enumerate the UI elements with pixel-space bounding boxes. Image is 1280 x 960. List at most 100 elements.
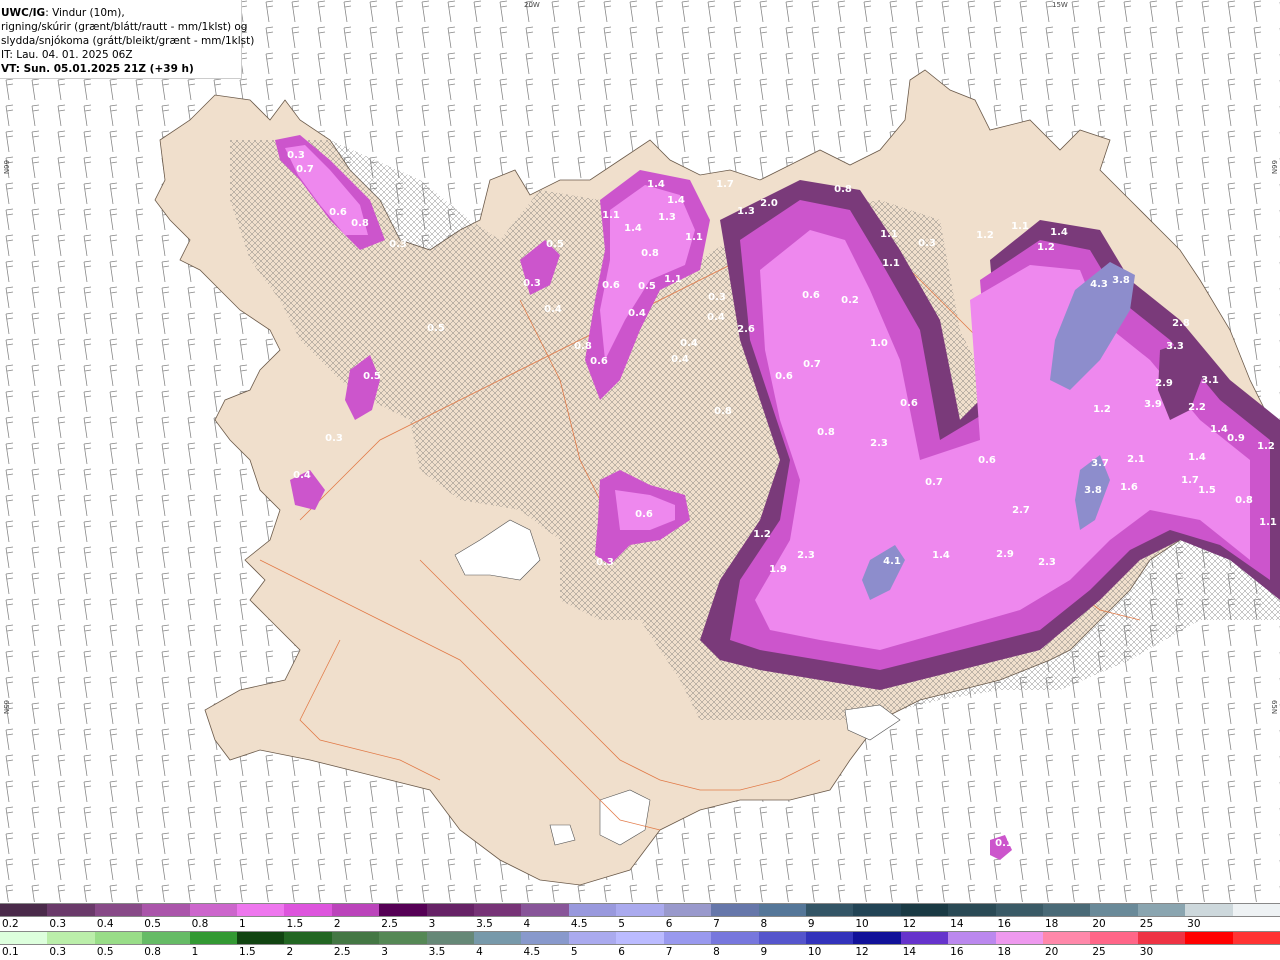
precip-value-label: 0.3 — [287, 150, 305, 161]
legend-snow-label: 16 — [997, 918, 1011, 930]
precip-value-label: 1.1 — [882, 258, 900, 269]
precip-value-label: 1.9 — [769, 564, 787, 575]
legend-snow-label: 30 — [1187, 918, 1201, 930]
legend-rain-labels: 0.1 0.3 0.5 0.8 1 1.5 2 2.5 3 3.5 4 4.5 5 6 7 8 9 10 12 14 1… — [0, 945, 1280, 959]
precip-value-label: 1.2 — [1037, 242, 1055, 253]
precip-value-label: 2.2 — [1188, 402, 1206, 413]
legend-rain-swatch — [853, 932, 901, 944]
header-line-2: rigning/skúrir (grænt/blátt/rautt - mm/1… — [1, 21, 248, 33]
legend-snow-swatch — [426, 904, 475, 916]
precip-value-label: 1.1 — [880, 229, 898, 240]
precip-value-label: 1.6 — [1120, 482, 1138, 493]
precip-value-label: 1.4 — [647, 179, 665, 190]
legend-rain-label: 2.5 — [333, 946, 351, 958]
legend-snow-label: 5 — [618, 918, 625, 930]
legend-rain-swatch — [47, 932, 95, 944]
precip-value-label: 0.4 — [293, 470, 311, 481]
lat-label-65n-left: 65N — [2, 700, 10, 715]
legend-snow-swatch — [948, 904, 996, 916]
precip-value-label: 1.5 — [1198, 485, 1216, 496]
legend-rain-swatch — [189, 932, 238, 944]
legend-rain-swatch — [948, 932, 996, 944]
legend-snow-label: 4.5 — [570, 918, 588, 930]
lat-label-66n-left: 66N — [2, 160, 10, 175]
legend-snow-swatch — [94, 904, 143, 916]
precip-value-label: 0.9 — [1227, 433, 1245, 444]
precip-value-label: 2.1 — [1127, 454, 1145, 465]
precip-value-label: 2.3 — [797, 550, 815, 561]
legend-snow-swatch — [616, 904, 664, 916]
legend-snow: 0.2 0.3 0.4 0.5 0.8 1 1.5 2 2.5 3 3.5 4 4.5 5 6 7 8 9 10 12… — [0, 903, 1280, 931]
precip-value-label: 0.3 — [389, 239, 407, 250]
model-source: UWC/IG — [1, 7, 46, 19]
legend-snow-label: 2.5 — [381, 918, 398, 930]
legend-snow-swatch — [474, 904, 522, 916]
legend-snow-label: 9 — [807, 918, 815, 930]
precip-value-label: 3.7 — [1091, 458, 1109, 469]
precip-value-label: 1.1 — [602, 210, 620, 221]
precip-value-label: 0.6 — [635, 509, 653, 520]
legend-snow-label: 0.5 — [144, 918, 161, 930]
precip-value-label: 0.5 — [427, 323, 445, 334]
legend-snow-swatch — [189, 904, 238, 916]
legend-rain-swatch — [900, 932, 949, 944]
legend-snow-swatch — [568, 904, 617, 916]
legend-rain-swatch — [663, 932, 712, 944]
precip-value-label: 1.7 — [716, 179, 734, 190]
precip-value-label: 0.3 — [708, 292, 726, 303]
legend-rain-swatch — [995, 932, 1043, 944]
legend-rain-label: 8 — [713, 946, 720, 958]
legend-snow-swatch — [663, 904, 712, 916]
precip-value-label: 3.8 — [1084, 485, 1102, 496]
legend-snow-swatch — [1090, 904, 1138, 916]
legend-snow-label: 14 — [950, 918, 964, 930]
legend-snow-label: 6 — [665, 918, 673, 930]
lat-label-65n-right: 65N — [1270, 700, 1278, 715]
precip-value-label: 0.6 — [602, 280, 620, 291]
precip-value-label: 0.5 — [363, 371, 381, 382]
legend-snow-swatch — [47, 904, 95, 916]
legend-snow-label: 0.3 — [49, 918, 67, 930]
legend-rain-swatches — [0, 931, 1280, 945]
legend-rain-swatch — [284, 932, 332, 944]
legend-snow-labels: 0.2 0.3 0.4 0.5 0.8 1 1.5 2 2.5 3 3.5 4 4.5 5 6 7 8 9 10 12… — [0, 917, 1280, 931]
legend-snow-label: 1 — [239, 918, 246, 930]
header-valid-time: VT: Sun. 05.01.2025 21Z (+39 h) — [1, 63, 194, 75]
legend-rain-swatch — [758, 932, 806, 944]
precip-value-label: 0.4 — [680, 338, 698, 349]
legend-snow-label: 18 — [1044, 918, 1059, 930]
precip-value-label: 0.6 — [978, 455, 996, 466]
weather-map[interactable]: 0.3 0.7 0.6 0.8 0.5 0.3 0.4 0.3 0.5 0.3 0.4 1.4 1.1 1… — [0, 0, 1280, 902]
legend-rain-label: 10 — [807, 946, 822, 958]
legend-rain: 0.1 0.3 0.5 0.8 1 1.5 2 2.5 3 3.5 4 4.5 5 6 7 8 9 10 12 14 1… — [0, 931, 1280, 959]
lon-label-20w: 20W — [524, 1, 540, 9]
legend-rain-label: 30 — [1139, 946, 1154, 958]
precip-value-label: 2.0 — [760, 198, 778, 209]
precip-value-label: 0.6 — [775, 371, 793, 382]
legend-snow-swatch — [1042, 904, 1091, 916]
precip-value-label: 0.4 — [544, 304, 562, 315]
legend-snow-swatch — [900, 904, 949, 916]
precip-value-label: 3.3 — [1166, 341, 1184, 352]
precip-value-label: 3.9 — [1144, 399, 1162, 410]
precip-value-label: 0.8 — [817, 427, 835, 438]
precip-value-label: 0.3 — [596, 557, 614, 568]
legend-snow-swatch — [711, 904, 759, 916]
legend-rain-swatch — [1042, 932, 1091, 944]
legend-snow-label: 0.4 — [96, 918, 114, 930]
precip-value-label: 1.1 — [664, 274, 682, 285]
legend-snow-label: 3 — [428, 918, 436, 930]
precip-value-label: 0.8 — [1235, 495, 1253, 506]
legend-rain-swatch — [94, 932, 143, 944]
header-line-3: slydda/snjókoma (grátt/bleikt/grænt - mm… — [1, 35, 255, 47]
legend-rain-label: 9 — [760, 946, 768, 958]
precip-value-label: 3.8 — [1112, 275, 1130, 286]
precip-value-label: 0.4 — [707, 312, 725, 323]
precip-value-label: 0.8 — [714, 406, 732, 417]
precip-value-label: 0.5 — [546, 239, 564, 250]
legend-rain-label: 5 — [570, 946, 578, 958]
precip-value-label: 0.1 — [995, 838, 1013, 849]
legend-rain-label: 20 — [1044, 946, 1059, 958]
precip-value-label: 2.9 — [1155, 378, 1173, 389]
precip-value-label: 0.8 — [351, 218, 369, 229]
